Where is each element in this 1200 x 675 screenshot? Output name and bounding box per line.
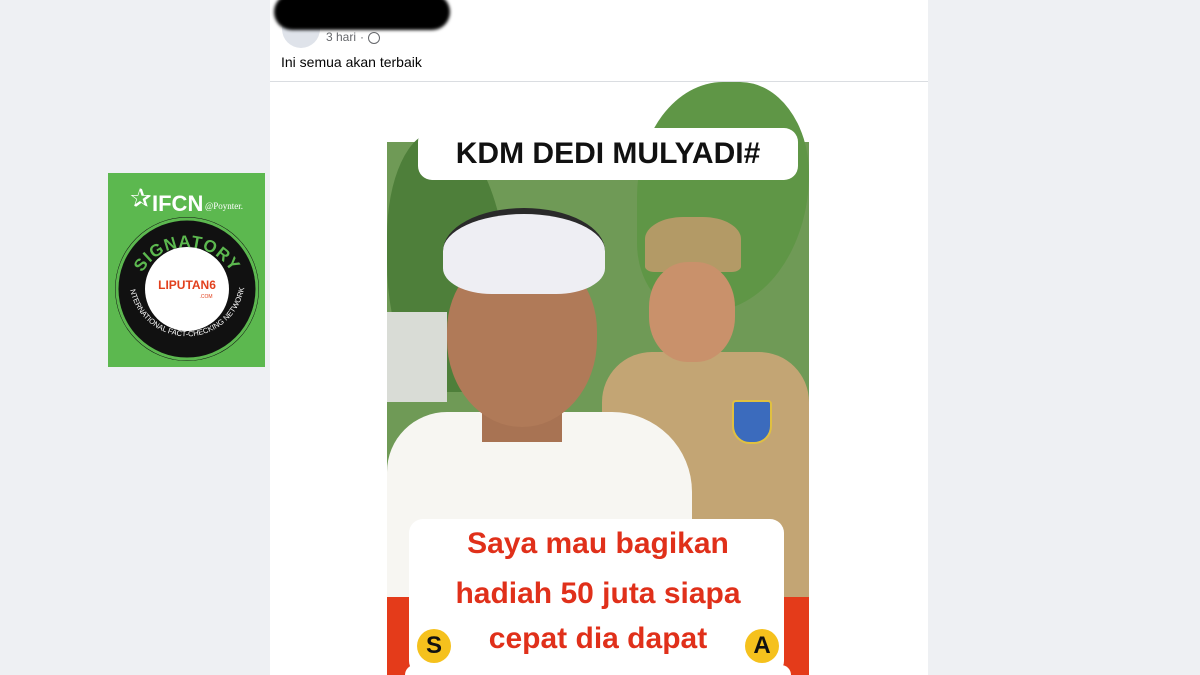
image-title: KDM DEDI MULYADI# <box>418 128 798 180</box>
signatory-seal: SIGNATORY INTERNATIONAL FACT-CHECKING NE… <box>108 215 259 361</box>
cut-off-text-pill <box>405 665 791 675</box>
redacted-author-name <box>274 0 450 30</box>
image-building <box>387 312 447 402</box>
poynter-label: @Poynter. <box>205 201 244 211</box>
message-line-1: Saya mau bagikan <box>467 527 729 560</box>
coin-letter-right: A <box>745 629 779 663</box>
member-logo-sub: .COM <box>199 294 212 300</box>
post-time[interactable]: 3 hari <box>326 30 356 44</box>
post-caption: Ini semua akan terbaik <box>281 54 422 70</box>
post-meta: 3 hari · <box>326 30 381 44</box>
star-icon: ✰ <box>130 183 152 213</box>
message-line-2: hadiah 50 juta siapa <box>455 577 741 610</box>
ifcn-wordmark: IFCN <box>152 191 204 216</box>
officer-face <box>649 262 735 362</box>
coin-letter-left: S <box>417 629 451 663</box>
meta-separator: · <box>360 30 365 44</box>
uniform-badge <box>732 400 772 444</box>
ifcn-signatory-badge: ✰ IFCN @Poynter. SIGNATORY INTERNATIONAL… <box>108 173 265 367</box>
post-card: 3 hari · Ini semua akan terbaik KDM DEDI… <box>270 0 928 675</box>
man-headband <box>443 208 605 294</box>
globe-icon[interactable] <box>368 32 381 44</box>
post-image[interactable]: KDM DEDI MULYADI# Saya mau bagikan hadia… <box>387 82 809 675</box>
member-logo: LIPUTAN6 <box>158 278 216 292</box>
